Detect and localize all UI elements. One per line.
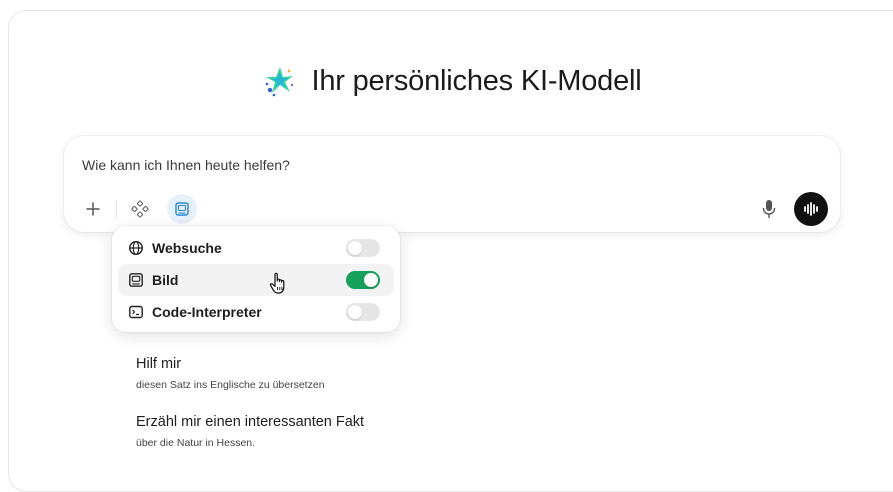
menu-item-label: Bild [152,272,179,288]
apps-icon [131,200,149,218]
suggestion-title: Erzähl mir einen interessanten Fakt [136,414,365,430]
tools-button[interactable] [125,194,155,224]
toggle-knob [364,273,378,287]
tools-dropdown-menu: Websuche Bild Code-Interpreter [112,226,400,332]
bild-toggle[interactable] [346,271,380,289]
composer-toolbar [78,194,197,224]
image-icon [129,273,143,287]
suggestion-item[interactable]: Hilf mir diesen Satz ins Englische zu üb… [136,356,325,391]
composer-right-tools [758,192,828,226]
chat-composer[interactable]: Wie kann ich Ihnen heute helfen? [64,136,840,232]
microphone-icon [762,200,776,218]
menu-item-bild[interactable]: Bild [118,264,394,296]
suggestion-subtitle: über die Natur in Hessen. [136,437,256,449]
toolbar-divider [116,200,117,218]
hand-cursor-icon [269,272,285,294]
page-title: Ihr persönliches KI-Modell [311,64,642,97]
image-tool-button[interactable] [167,194,197,224]
suggestion-title: Hilf mir [136,356,182,372]
sparkle-logo-icon [266,67,294,97]
voice-mode-button[interactable] [794,192,828,226]
toggle-knob [348,241,362,255]
hero-header: Ihr persönliches KI-Modell [0,63,893,99]
prompt-input[interactable]: Wie kann ich Ihnen heute helfen? [82,157,290,173]
menu-item-label: Websuche [152,240,222,256]
globe-icon [128,240,144,256]
toggle-knob [348,305,362,319]
add-button[interactable] [78,194,108,224]
plus-icon [86,202,100,216]
menu-item-label: Code-Interpreter [152,304,262,320]
websuche-toggle[interactable] [346,239,380,257]
code-interpreter-toggle[interactable] [346,303,380,321]
image-icon [175,202,189,216]
suggestion-subtitle: diesen Satz ins Englische zu übersetzen [136,379,325,391]
menu-item-code-interpreter[interactable]: Code-Interpreter [118,296,394,328]
menu-item-websuche[interactable]: Websuche [118,232,394,264]
voice-wave-icon [804,202,818,216]
suggestion-item[interactable]: Erzähl mir einen interessanten Fakt über… [136,414,364,449]
microphone-button[interactable] [758,195,780,223]
terminal-icon [129,305,143,319]
